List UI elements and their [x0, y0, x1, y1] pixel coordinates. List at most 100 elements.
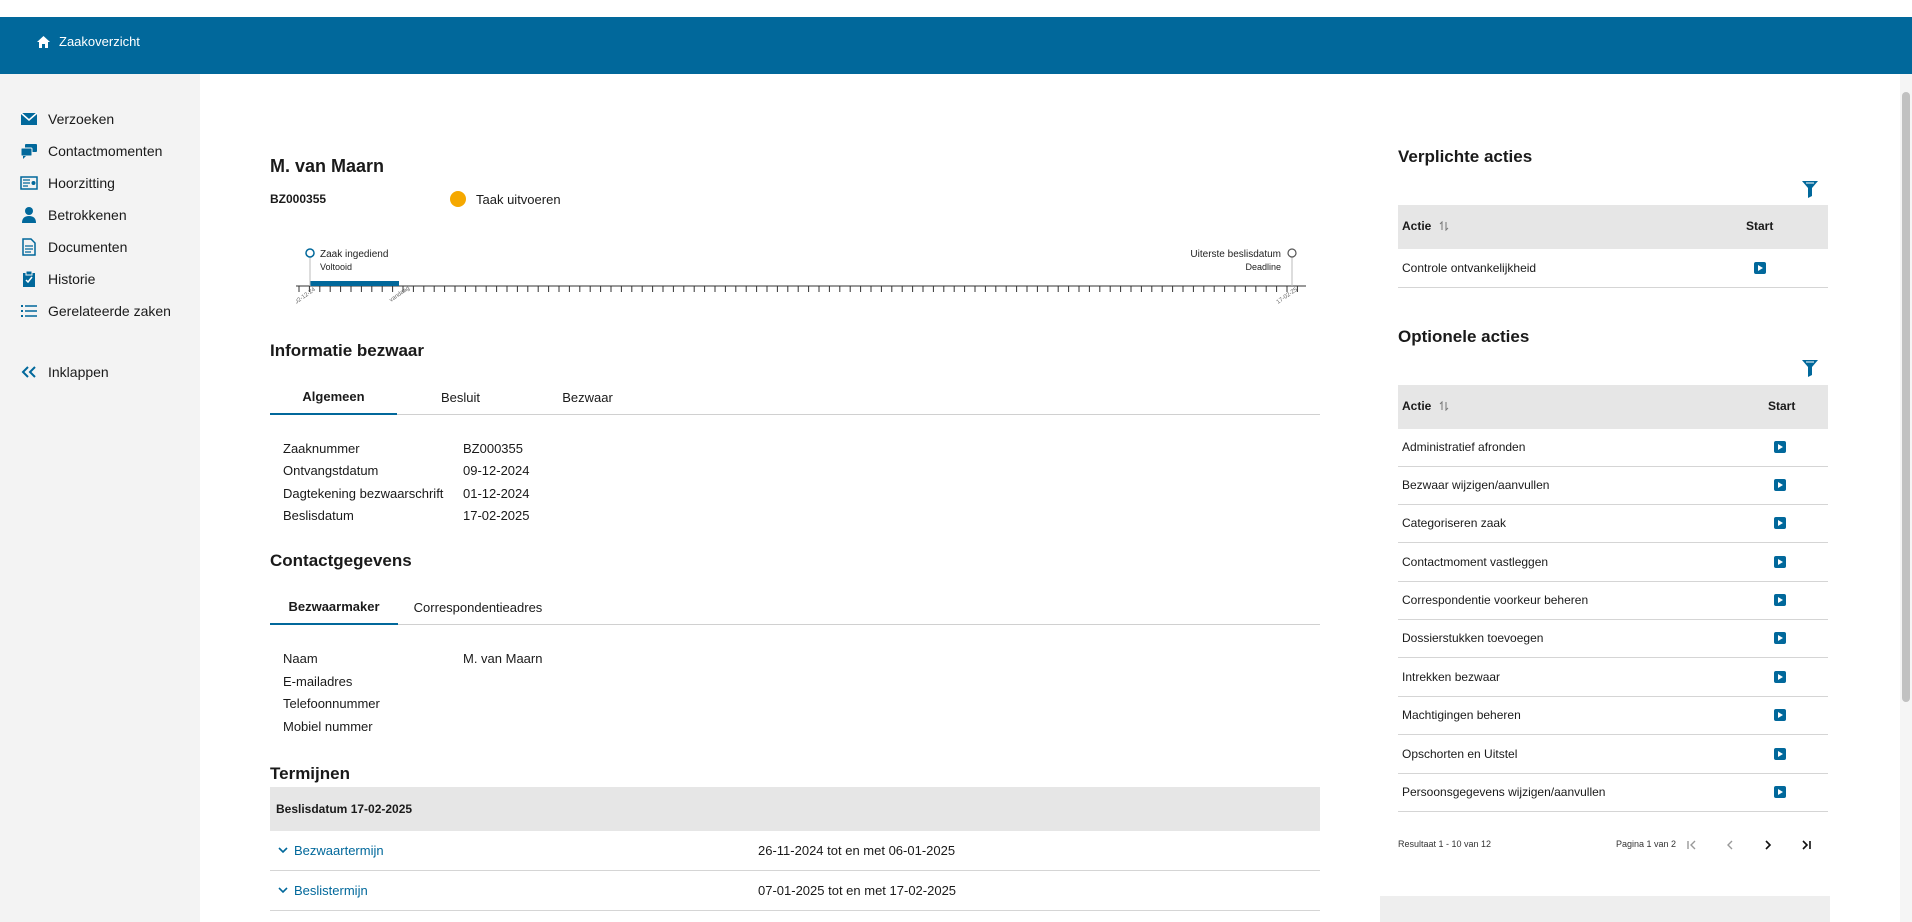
prev-page-button[interactable]: [1720, 835, 1740, 855]
case-number: BZ000355: [270, 192, 327, 206]
start-action-button[interactable]: [1774, 632, 1786, 644]
optioneel-row: Bezwaar wijzigen/aanvullen: [1398, 467, 1828, 505]
sidebar-item-documenten[interactable]: Documenten: [19, 237, 127, 257]
termijnen-header: Beslisdatum 17-02-2025: [270, 787, 1320, 831]
sidebar-item-hoorzitting[interactable]: Hoorzitting: [19, 173, 115, 193]
termijn-period: 26-11-2024 tot en met 06-01-2025: [758, 843, 956, 858]
field-label: Beslisdatum: [283, 508, 354, 523]
start-action-button[interactable]: [1774, 556, 1786, 568]
sidebar-item-label: Hoorzitting: [48, 175, 115, 191]
sidebar-item-verzoeken[interactable]: Verzoeken: [19, 109, 114, 129]
optioneel-row: Machtigingen beheren: [1398, 697, 1828, 735]
chevron-down-icon: [278, 887, 288, 894]
action-label: Persoonsgegevens wijzigen/aanvullen: [1402, 785, 1606, 799]
start-action-button[interactable]: [1774, 709, 1786, 721]
tab-bezwaar[interactable]: Bezwaar: [524, 380, 651, 414]
chevron-left-icon: [1727, 840, 1733, 850]
termijn-link-beslistermijn[interactable]: Beslistermijn: [278, 883, 368, 898]
timeline-start-sub: Voltooid: [320, 262, 352, 272]
sidebar-item-contactmomenten[interactable]: Contactmomenten: [19, 141, 162, 161]
field-value: 09-12-2024: [463, 463, 530, 478]
optioneel-filter-button[interactable]: [1801, 358, 1819, 378]
col-actie-header[interactable]: Actie: [1402, 399, 1449, 413]
timeline-end-marker: [1287, 248, 1297, 258]
optioneel-table-header: Actie Start: [1398, 385, 1828, 429]
double-chevron-left-icon: [19, 362, 39, 382]
sidebar-item-label: Betrokkenen: [48, 207, 127, 223]
start-action-button[interactable]: [1774, 441, 1786, 453]
contact-section-title: Contactgegevens: [270, 551, 412, 570]
field-value: BZ000355: [463, 441, 523, 456]
start-action-button[interactable]: [1754, 262, 1766, 274]
col-start-label: Start: [1746, 219, 1774, 233]
tab-besluit[interactable]: Besluit: [397, 380, 524, 414]
timeline-tick-end: 17-02-25: [1276, 287, 1300, 306]
action-label: Opschorten en Uitstel: [1402, 747, 1518, 761]
sidebar-item-gerelateerde-zaken[interactable]: Gerelateerde zaken: [19, 301, 171, 321]
result-count: Resultaat 1 - 10 van 12: [1398, 839, 1492, 849]
field-value: 01-12-2024: [463, 486, 530, 501]
action-label: Intrekken bezwaar: [1402, 670, 1501, 684]
start-action-button[interactable]: [1774, 594, 1786, 606]
sidebar-item-label: Verzoeken: [48, 111, 115, 127]
field-label: Ontvangstdatum: [283, 463, 379, 478]
next-page-button[interactable]: [1758, 835, 1778, 855]
sidebar-item-betrokkenen[interactable]: Betrokkenen: [19, 205, 127, 225]
collapse-button[interactable]: Inklappen: [19, 362, 109, 382]
scrollbar-thumb[interactable]: [1902, 92, 1910, 702]
info-tabs: Algemeen Besluit Bezwaar: [270, 380, 1320, 415]
action-label: Machtigingen beheren: [1402, 708, 1521, 722]
tab-correspondentieadres[interactable]: Correspondentieadres: [398, 590, 558, 624]
start-action-button[interactable]: [1774, 671, 1786, 683]
sort-icon: [1439, 221, 1449, 231]
hearing-icon: [19, 173, 39, 193]
list-icon: [19, 301, 39, 321]
start-action-button[interactable]: [1774, 786, 1786, 798]
last-page-icon: [1802, 840, 1811, 850]
termijn-label: Beslistermijn: [294, 883, 368, 898]
start-action-button[interactable]: [1774, 748, 1786, 760]
termijn-link-bezwaartermijn[interactable]: Bezwaartermijn: [278, 843, 384, 858]
optioneel-row: Correspondentie voorkeur beheren: [1398, 582, 1828, 620]
sidebar-item-label: Gerelateerde zaken: [48, 303, 171, 319]
optioneel-row: Dossierstukken toevoegen: [1398, 620, 1828, 658]
filter-icon: [1802, 360, 1818, 377]
first-page-icon: [1687, 840, 1696, 850]
action-label: Controle ontvankelijkheid: [1402, 261, 1537, 275]
action-label: Administratief afronden: [1402, 440, 1526, 454]
tab-bezwaarmaker[interactable]: Bezwaarmaker: [270, 590, 398, 625]
document-icon: [19, 237, 39, 257]
verplicht-filter-button[interactable]: [1801, 179, 1819, 199]
last-page-button[interactable]: [1796, 835, 1816, 855]
action-label: Correspondentie voorkeur beheren: [1402, 593, 1589, 607]
home-icon: [37, 35, 50, 48]
sidebar-item-label: Documenten: [48, 239, 128, 255]
action-label: Contactmoment vastleggen: [1402, 555, 1549, 569]
first-page-button[interactable]: [1682, 835, 1702, 855]
verplicht-table-header: Actie Start: [1398, 205, 1828, 249]
page-indicator: Pagina 1 van 2: [1616, 839, 1677, 849]
field-label: Telefoonnummer: [283, 696, 380, 711]
timeline-tick-today: vandaag: [389, 286, 411, 304]
action-label: Bezwaar wijzigen/aanvullen: [1402, 478, 1550, 492]
sidebar-item-historie[interactable]: Historie: [19, 269, 95, 289]
top-strip: [0, 0, 1912, 17]
field-label: Naam: [283, 651, 318, 666]
chevron-down-icon: [278, 847, 288, 854]
termijn-label: Bezwaartermijn: [294, 843, 384, 858]
status-text: Taak uitvoeren: [476, 191, 561, 207]
termijnen-section-title: Termijnen: [270, 764, 350, 783]
timeline-end-title: Uiterste beslisdatum: [1190, 249, 1281, 260]
info-section-title: Informatie bezwaar: [270, 341, 424, 360]
sidebar-item-label: Contactmomenten: [48, 143, 163, 159]
tab-algemeen[interactable]: Algemeen: [270, 380, 397, 415]
col-actie-label: Actie: [1402, 399, 1432, 413]
home-link[interactable]: Zaakoverzicht: [36, 34, 140, 49]
clipboard-check-icon: [19, 269, 39, 289]
start-action-button[interactable]: [1774, 517, 1786, 529]
start-action-button[interactable]: [1774, 479, 1786, 491]
col-actie-header[interactable]: Actie: [1402, 219, 1449, 233]
optioneel-title: Optionele acties: [1398, 327, 1530, 346]
page-scrollbar[interactable]: [1900, 74, 1912, 922]
timeline-end-sub: Deadline: [1245, 262, 1281, 272]
